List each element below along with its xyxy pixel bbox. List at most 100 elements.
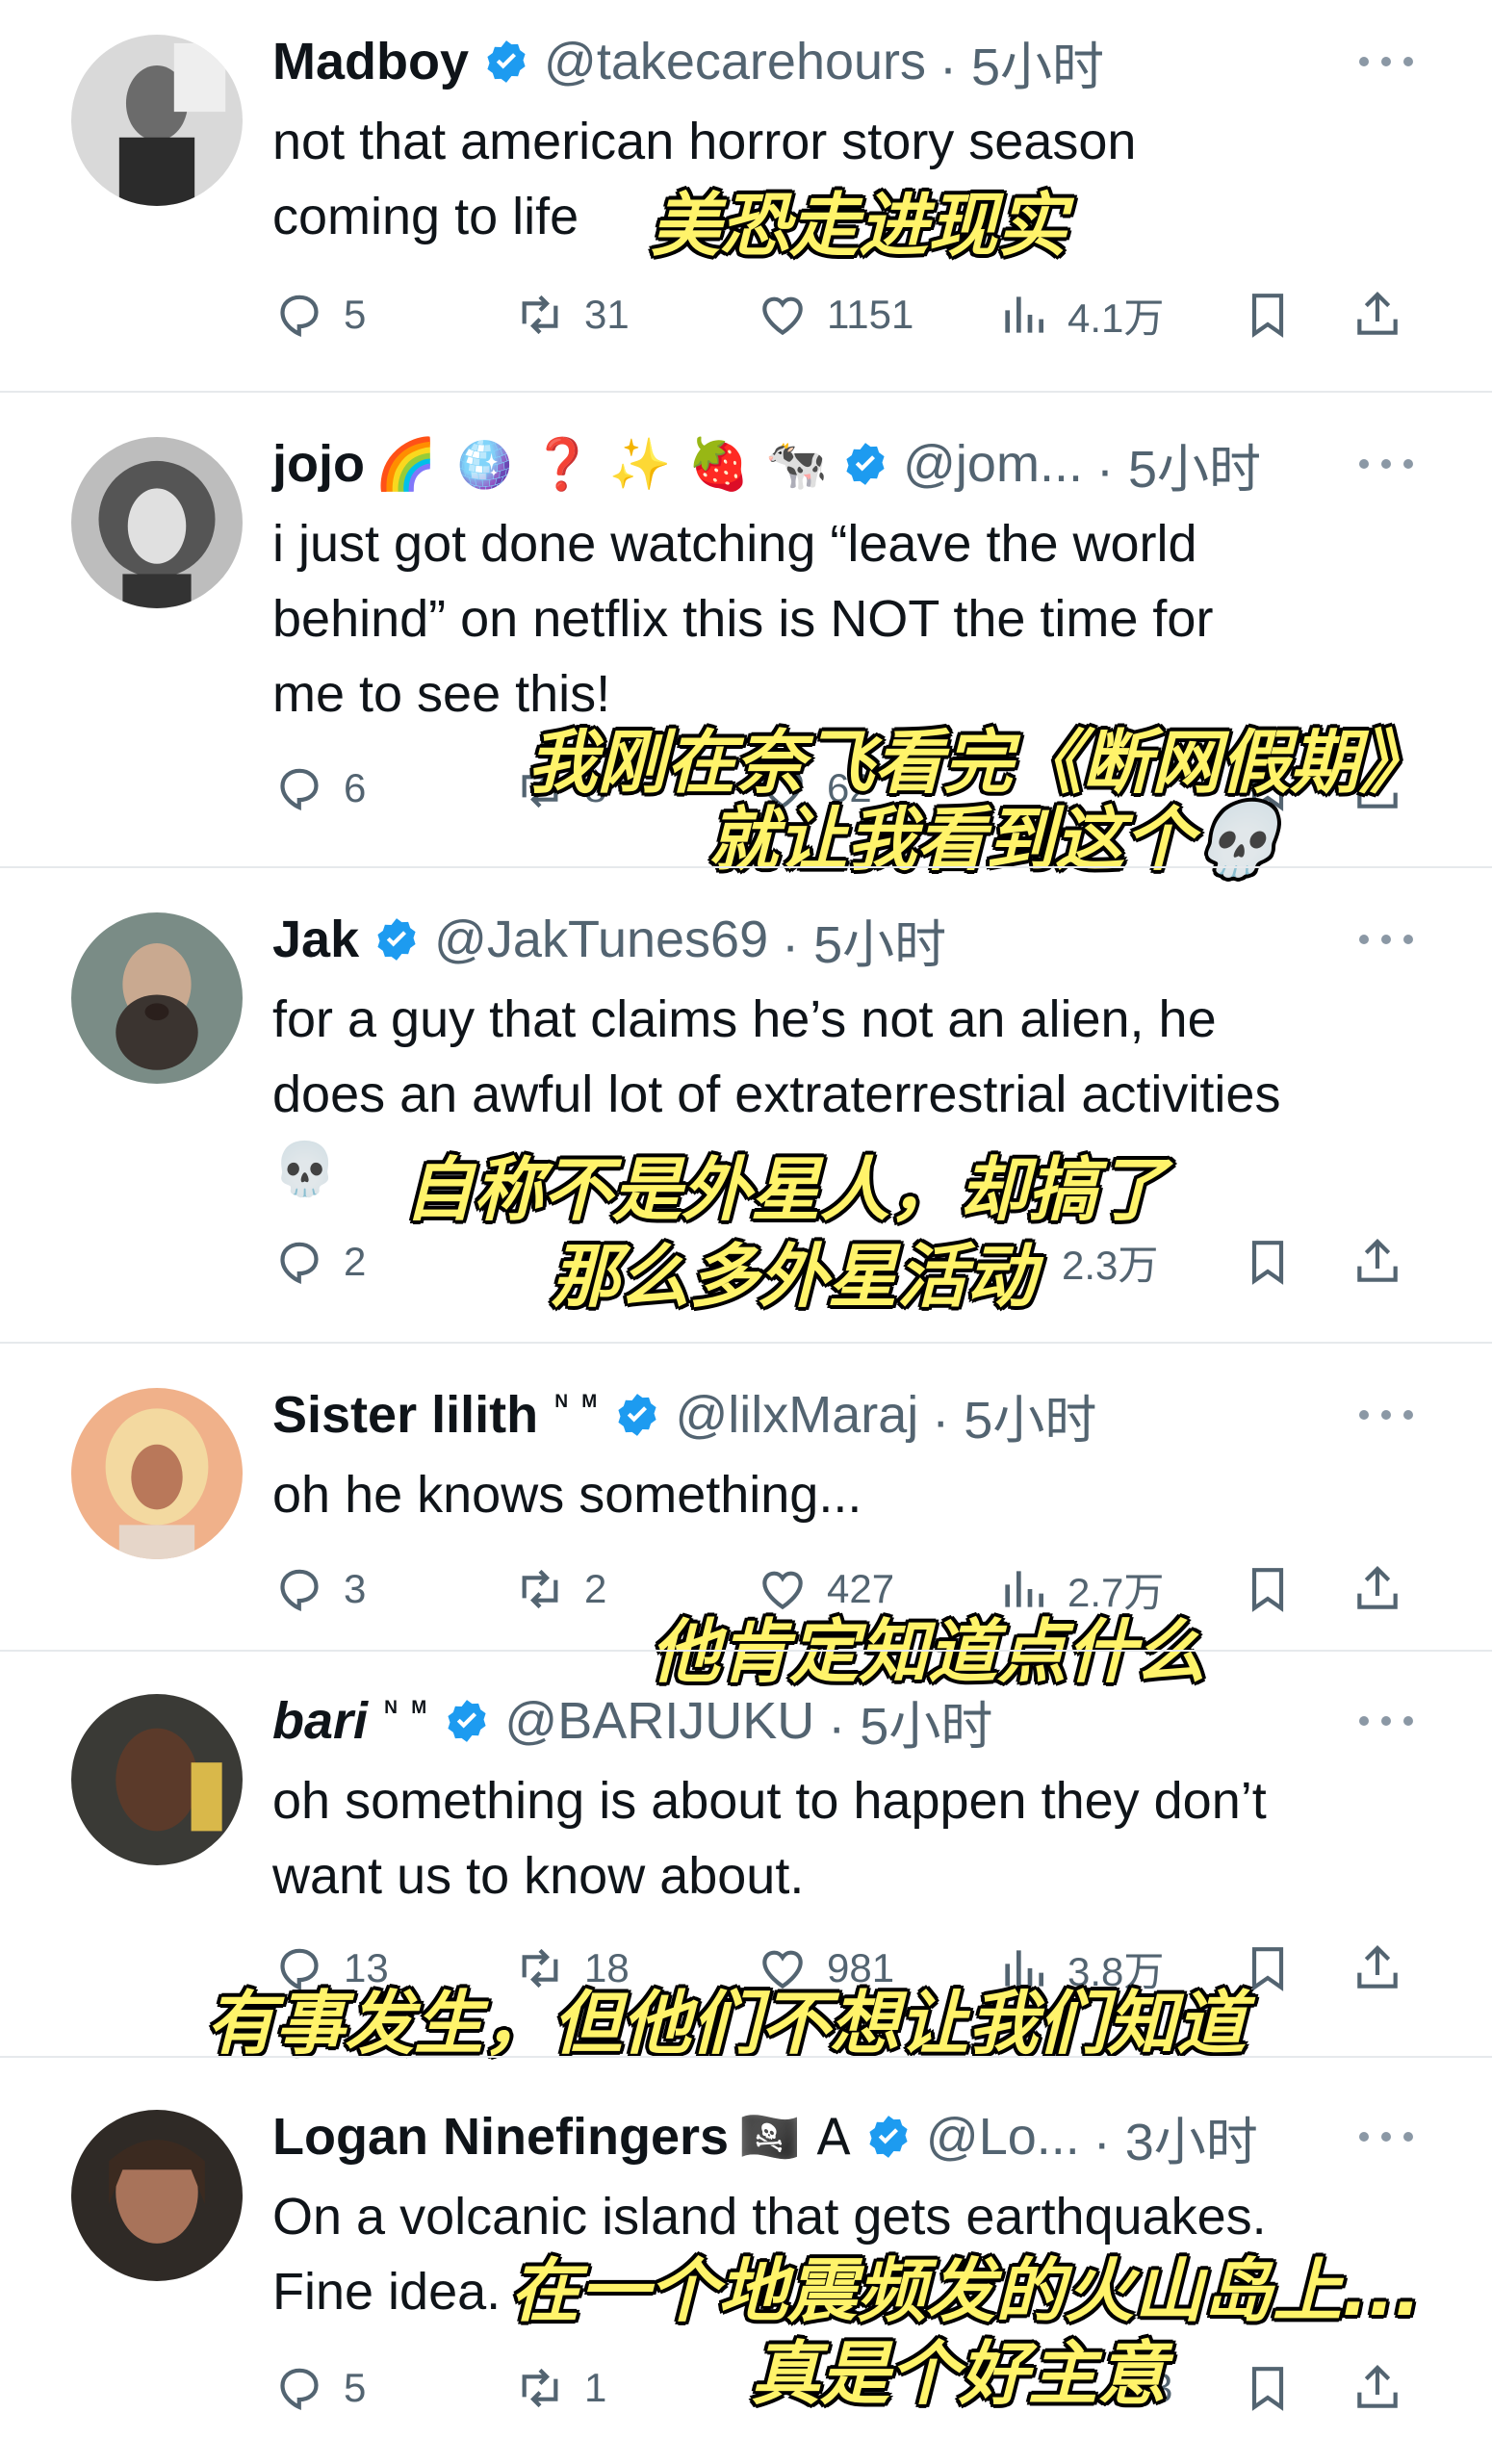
bookmark-icon bbox=[1251, 1947, 1284, 1991]
bookmark-icon bbox=[1251, 294, 1284, 338]
like-button[interactable]: 1151 bbox=[756, 281, 913, 348]
tweet-text-line: for a guy that claims he’s not an alien,… bbox=[272, 990, 1217, 1048]
repost-button[interactable]: 1 bbox=[513, 2354, 606, 2422]
display-name[interactable]: Logan Ninefingers bbox=[272, 2107, 729, 2167]
avatar[interactable] bbox=[71, 1694, 243, 1865]
more-options-icon[interactable] bbox=[1359, 2130, 1413, 2143]
bookmark-button[interactable] bbox=[1241, 1935, 1295, 2002]
name-emoji: 🌈 🪩 ❓ ✨ 🍓 🐄 bbox=[373, 435, 829, 494]
timestamp[interactable]: · 5小时 bbox=[932, 1377, 1096, 1453]
share-icon bbox=[1357, 2365, 1398, 2408]
reply-icon bbox=[280, 1569, 319, 1612]
reply-icon bbox=[280, 768, 319, 811]
subtitle-caption: 自称不是外星人，却搞了 bbox=[404, 1149, 1168, 1230]
verified-icon bbox=[487, 40, 526, 83]
subtitle-caption: 我刚在奈飞看完《断网假期》 bbox=[527, 722, 1429, 803]
share-icon bbox=[1357, 292, 1398, 335]
more-options-icon[interactable] bbox=[1359, 933, 1413, 946]
reply-icon bbox=[280, 1242, 319, 1285]
name-badge: ᴺ ᴹ bbox=[555, 1390, 601, 1420]
repost-button[interactable]: 2 bbox=[513, 1555, 606, 1623]
share-button[interactable] bbox=[1351, 2354, 1404, 2422]
reply-button[interactable]: 3 bbox=[272, 1555, 366, 1623]
tweet-text-line: not that american horror story season bbox=[272, 113, 1137, 170]
tweet-header: Sister lilith ᴺ ᴹ @lilxMaraj · 5小时 bbox=[272, 1384, 1096, 1450]
tweet-text-line: oh something is about to happen they don… bbox=[272, 1772, 1267, 1830]
share-button[interactable] bbox=[1351, 281, 1404, 348]
more-options-icon[interactable] bbox=[1359, 1714, 1413, 1728]
handle[interactable]: @Lo... bbox=[926, 2107, 1080, 2167]
view-count: 4.1万 bbox=[1068, 295, 1165, 341]
views-button[interactable]: 2.3万 bbox=[1062, 1228, 1158, 1296]
tweet-header: Jak @JakTunes69 · 5小时 bbox=[272, 909, 946, 974]
handle[interactable]: @BARIJUKU bbox=[504, 1691, 814, 1751]
like-count: 1151 bbox=[827, 292, 914, 337]
timestamp[interactable]: · 5小时 bbox=[782, 902, 946, 978]
verified-icon bbox=[448, 1700, 487, 1742]
heart-icon bbox=[762, 296, 803, 336]
bookmark-icon bbox=[1251, 2367, 1284, 2411]
display-name[interactable]: Sister lilith bbox=[272, 1385, 538, 1445]
divider bbox=[0, 1342, 1492, 1344]
handle[interactable]: @jom... bbox=[903, 434, 1083, 494]
bookmark-icon bbox=[1251, 1241, 1284, 1285]
bookmark-button[interactable] bbox=[1241, 281, 1295, 348]
name-badge: ᴺ ᴹ bbox=[385, 1696, 430, 1726]
more-options-icon[interactable] bbox=[1359, 457, 1413, 471]
share-button[interactable] bbox=[1351, 1555, 1404, 1623]
subtitle-caption: 美恐走进现实 bbox=[651, 185, 1068, 266]
avatar[interactable] bbox=[71, 35, 243, 206]
more-options-icon[interactable] bbox=[1359, 1408, 1413, 1422]
tweet-header: Logan Ninefingers 🏴‍☠️ A @Lo... · 3小时 bbox=[272, 2106, 1258, 2171]
reply-count: 3 bbox=[344, 1566, 367, 1611]
view-count: 2.7万 bbox=[1068, 1569, 1165, 1615]
share-button[interactable] bbox=[1351, 1228, 1404, 1296]
timestamp[interactable]: · 3小时 bbox=[1093, 2099, 1258, 2175]
reply-button[interactable]: 5 bbox=[272, 281, 366, 348]
share-icon bbox=[1357, 1945, 1398, 1989]
reply-count: 6 bbox=[344, 765, 367, 810]
views-button[interactable]: 4.1万 bbox=[996, 281, 1164, 348]
tweet-text: i just got done watching “leave the worl… bbox=[272, 506, 1447, 732]
display-name[interactable]: Madboy bbox=[272, 32, 469, 91]
heart-icon bbox=[762, 1571, 803, 1610]
tweet-text: oh he knows something... bbox=[272, 1457, 1447, 1532]
handle[interactable]: @takecarehours bbox=[544, 32, 926, 91]
share-button[interactable] bbox=[1351, 1935, 1404, 2002]
bookmark-button[interactable] bbox=[1241, 2354, 1295, 2422]
tweet-header: bari ᴺ ᴹ @BARIJUKU · 5小时 bbox=[272, 1690, 992, 1756]
display-name[interactable]: Jak bbox=[272, 910, 359, 969]
reply-button[interactable]: 2 bbox=[272, 1228, 366, 1296]
reply-count: 5 bbox=[344, 292, 367, 337]
bookmark-button[interactable] bbox=[1241, 1555, 1295, 1623]
avatar[interactable] bbox=[71, 2110, 243, 2281]
avatar[interactable] bbox=[71, 437, 243, 608]
handle[interactable]: @lilxMaraj bbox=[675, 1385, 918, 1445]
handle[interactable]: @JakTunes69 bbox=[434, 910, 768, 969]
timestamp[interactable]: · 5小时 bbox=[1096, 426, 1261, 502]
subtitle-caption: 在一个地震频发的火山岛上... bbox=[510, 2250, 1422, 2331]
more-options-icon[interactable] bbox=[1359, 55, 1413, 68]
like-count: 427 bbox=[827, 1566, 895, 1611]
views-icon bbox=[1005, 1571, 1043, 1607]
display-name[interactable]: jojo bbox=[272, 434, 365, 494]
tweet-text-line: On a volcanic island that gets earthquak… bbox=[272, 2188, 1267, 2246]
repost-icon bbox=[522, 295, 558, 335]
avatar[interactable] bbox=[71, 1388, 243, 1559]
view-count: 2.3万 bbox=[1062, 1242, 1159, 1288]
bookmark-button[interactable] bbox=[1241, 1228, 1295, 1296]
reply-button[interactable]: 5 bbox=[272, 2354, 366, 2422]
avatar[interactable] bbox=[71, 912, 243, 1084]
verified-icon bbox=[618, 1394, 657, 1436]
divider bbox=[0, 1650, 1492, 1652]
timestamp[interactable]: · 5小时 bbox=[939, 24, 1104, 100]
bookmark-icon bbox=[1251, 1568, 1284, 1612]
tweet-text-line: oh he knows something... bbox=[272, 1466, 862, 1524]
display-name[interactable]: bari bbox=[272, 1691, 368, 1751]
share-icon bbox=[1357, 1566, 1398, 1609]
timestamp[interactable]: · 5小时 bbox=[828, 1683, 992, 1759]
reply-icon bbox=[280, 295, 319, 338]
repost-button[interactable]: 31 bbox=[513, 281, 630, 348]
reply-button[interactable]: 6 bbox=[272, 755, 366, 822]
share-icon bbox=[1357, 1239, 1398, 1282]
